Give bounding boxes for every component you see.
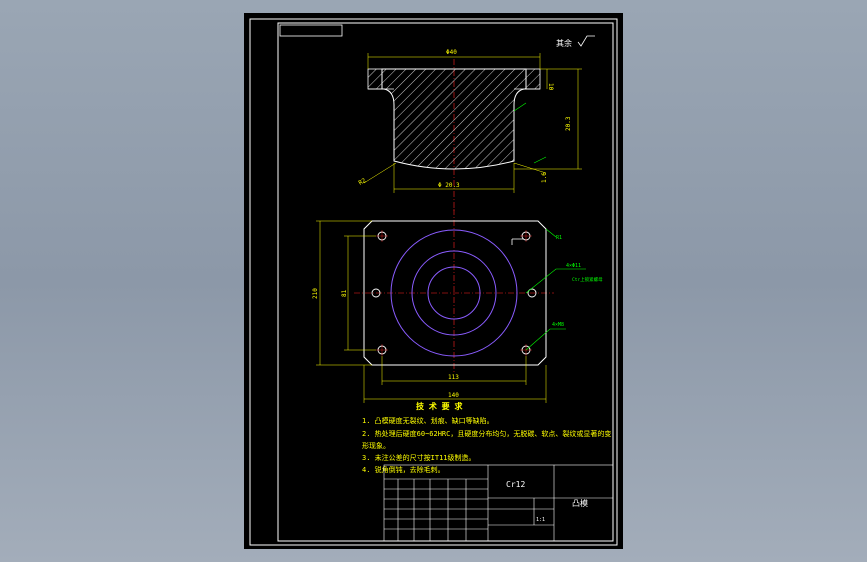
hole-callout-note: Ctr上锁紧螺母 — [572, 276, 603, 283]
notes-heading: 技 术 要 求 — [416, 401, 463, 411]
note-line-4: 3. 未注公差的尺寸按IT11级制造。 — [362, 453, 476, 462]
corner-callout-leader — [545, 228, 557, 238]
dim-outer-height: 210 — [312, 288, 319, 299]
note-line-2: 2. 热处理后硬度60~62HRC，且硬度分布均匀，无脱碳、软点、裂纹或显著的变 — [362, 429, 611, 438]
dim-right-ratio: 1.6 — [541, 172, 548, 183]
drawing-viewport[interactable]: 其余 Φ40 10 20.3 Φ 20.3 R2 1.6 210 81 113 … — [244, 13, 623, 549]
title-part-name: 凸模 — [572, 498, 588, 508]
dim-total-height: 20.3 — [565, 116, 572, 131]
dim-left-radius: R2 — [358, 177, 368, 187]
dim-hole-spacing-h: 113 — [448, 374, 459, 381]
title-material: Cr12 — [506, 480, 525, 489]
title-scale: 1:1 — [536, 517, 545, 523]
cad-drawing[interactable]: 其余 Φ40 10 20.3 Φ 20.3 R2 1.6 210 81 113 … — [244, 13, 623, 549]
roughness-note: 其余 — [556, 38, 572, 48]
dim-bottom-dia: Φ 20.3 — [438, 182, 460, 189]
section-leader-2 — [533, 156, 547, 164]
note-line-1: 1. 凸模硬度无裂纹、划痕、缺口等缺陷。 — [362, 416, 494, 425]
section-body — [381, 68, 527, 170]
flange-right — [525, 68, 541, 90]
corner-bracket — [511, 238, 524, 245]
dim-hole-spacing-v: 81 — [341, 289, 348, 297]
roughness-symbol-icon — [577, 35, 595, 47]
dim-outer-width: 140 — [448, 392, 459, 399]
corner-callout: R1 — [556, 235, 562, 241]
note-line-3: 形现象。 — [362, 441, 390, 450]
thread-callout: 4×M8 — [552, 322, 564, 328]
hole-callout: 4×Φ11 — [566, 263, 581, 269]
right-ratio-leader — [513, 162, 547, 174]
section-leader-1 — [513, 102, 527, 112]
corner-code-box — [279, 24, 343, 37]
flange-left — [367, 68, 383, 90]
left-radius-leader — [363, 162, 397, 184]
note-line-5: 4. 锐角倒钝，去除毛刺。 — [362, 465, 445, 474]
dim-flange-height: 10 — [547, 83, 554, 91]
dim-top-width: Φ40 — [446, 49, 457, 56]
